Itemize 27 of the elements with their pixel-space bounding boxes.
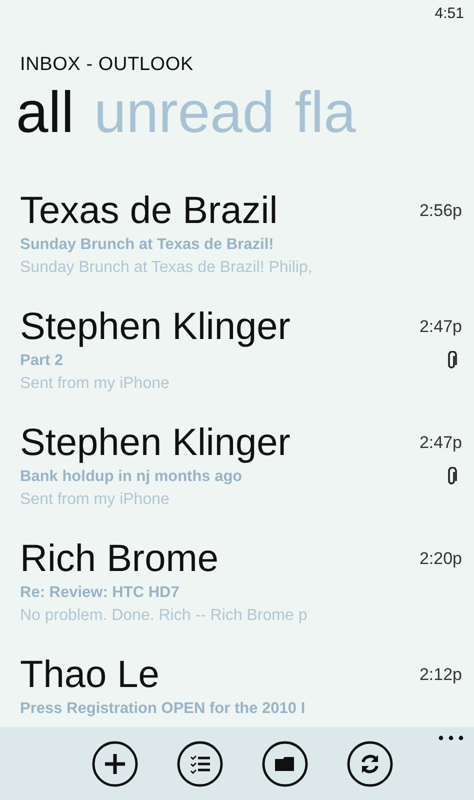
message-time: 2:47p <box>419 433 462 453</box>
plus-icon[interactable] <box>92 741 138 787</box>
sender-name[interactable]: Rich Brome <box>20 538 218 580</box>
message-time: 2:47p <box>419 317 462 337</box>
message-preview: Sent from my iPhone <box>20 374 170 394</box>
message-preview: No problem. Done. Rich -- Rich Brome p <box>20 606 308 626</box>
clock-time: 4:51 <box>434 5 464 24</box>
checklist-icon[interactable] <box>176 741 222 787</box>
message-subject: Bank holdup in nj months ago <box>20 468 242 486</box>
message-subject: Press Registration OPEN for the 2010 I <box>20 700 306 718</box>
sender-name[interactable]: Thao Le <box>20 654 160 696</box>
message-preview: Sent from my iPhone <box>20 490 170 510</box>
sender-name[interactable]: Texas de Brazil <box>20 190 278 232</box>
message-subject: Part 2 <box>20 352 64 370</box>
message-preview: Sunday Brunch at Texas de Brazil! Philip, <box>20 258 314 278</box>
refresh-icon[interactable] <box>346 741 392 787</box>
pivot-tab[interactable]: all <box>16 80 74 150</box>
message-time: 2:20p <box>419 549 462 569</box>
message-subject: Sunday Brunch at Texas de Brazil! <box>20 236 274 254</box>
inbox-title: INBOX - OUTLOOK <box>20 54 194 76</box>
folder-icon[interactable] <box>262 741 308 787</box>
message-subject: Re: Review: HTC HD7 <box>20 584 180 602</box>
message-time: 2:12p <box>419 665 462 685</box>
message-time: 2:56p <box>419 201 462 221</box>
more-icon[interactable] <box>438 735 464 741</box>
sender-name[interactable]: Stephen Klinger <box>20 306 290 348</box>
sender-name[interactable]: Stephen Klinger <box>20 422 290 464</box>
